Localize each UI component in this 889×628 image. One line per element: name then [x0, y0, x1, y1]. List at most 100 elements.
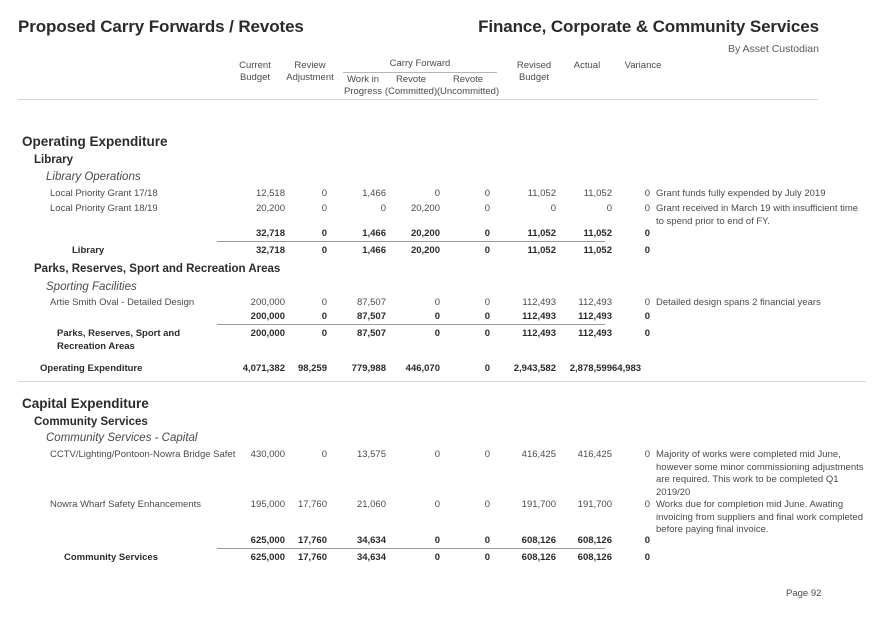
subtotal-actual: 112,493 [578, 311, 612, 322]
report-page: Proposed Carry Forwards / Revotes Financ… [0, 0, 889, 628]
subtotal-rule [217, 548, 605, 549]
column-header-carry-forward-group: Carry Forward [389, 58, 451, 69]
cell-comment: Majority of works were completed mid Jun… [656, 449, 864, 498]
cell-actual: 0 [606, 203, 612, 214]
column-header-revote-committed: Revote (Committed) [384, 74, 438, 97]
page-footer: Page 92 [786, 588, 822, 599]
department-title: Finance, Corporate & Community Services [478, 17, 819, 36]
subtotal-revote-uncommitted: 0 [484, 535, 490, 546]
total-label-parks-line2: Recreation Areas [57, 341, 135, 352]
total-current-budget: 32,718 [255, 245, 285, 256]
cell-revote-uncommitted: 0 [484, 449, 490, 460]
cell-work-in-progress: 1,466 [362, 188, 386, 199]
cell-review-adjustment: 0 [321, 188, 327, 199]
cell-comment: Works due for completion mid June. Awati… [656, 499, 863, 536]
subgroup-heading-library-operations: Library Operations [46, 171, 141, 183]
cell-actual: 11,052 [583, 188, 612, 199]
grand-total-revote-uncommitted: 0 [484, 363, 490, 374]
subtotal-variance: 0 [644, 535, 650, 546]
total-revised-budget: 112,493 [522, 328, 556, 339]
total-variance: 0 [644, 552, 650, 563]
subtotal-actual: 608,126 [577, 535, 612, 546]
group-heading-library: Library [34, 154, 73, 166]
table-row-label: CCTV/Lighting/Pontoon-Nowra Bridge Safet [50, 449, 236, 460]
total-variance: 0 [644, 245, 650, 256]
column-header-review-adjustment: Review Adjustment [286, 60, 334, 83]
report-subtitle: By Asset Custodian [727, 43, 819, 55]
grand-total-actual: 2,878,599 [569, 363, 612, 374]
cell-revote-uncommitted: 0 [484, 499, 490, 510]
subtotal-revote-committed: 0 [434, 535, 440, 546]
subtotal-current-budget: 625,000 [250, 535, 285, 546]
cell-work-in-progress: 21,060 [356, 499, 386, 510]
cell-revised-budget: 0 [550, 203, 556, 214]
cell-work-in-progress: 13,575 [356, 449, 386, 460]
header-divider-rule [18, 99, 818, 100]
cell-revote-uncommitted: 0 [484, 203, 490, 214]
subtotal-actual: 11,052 [583, 228, 612, 239]
subtotal-work-in-progress: 87,507 [356, 311, 386, 322]
total-current-budget: 625,000 [250, 552, 285, 563]
cell-comment: Grant funds fully expended by July 2019 [656, 188, 826, 199]
section-heading-operating-expenditure: Operating Expenditure [22, 134, 168, 149]
cell-revote-committed: 0 [434, 499, 440, 510]
cell-current-budget: 195,000 [250, 499, 285, 510]
cell-revote-committed: 0 [434, 449, 440, 460]
cell-current-budget: 20,200 [255, 203, 285, 214]
cell-variance: 0 [644, 297, 650, 308]
total-variance: 0 [644, 328, 650, 339]
cell-revote-committed: 0 [434, 188, 440, 199]
cell-review-adjustment: 0 [321, 203, 327, 214]
grand-total-revote-committed: 446,070 [405, 363, 440, 374]
total-label-library: Library [72, 245, 105, 256]
subtotal-work-in-progress: 1,466 [362, 228, 386, 239]
cell-comment: Detailed design spans 2 financial years [656, 297, 821, 308]
grand-total-work-in-progress: 779,988 [351, 363, 386, 374]
subtotal-revote-uncommitted: 0 [484, 228, 490, 239]
table-row-label: Local Priority Grant 17/18 [50, 188, 158, 199]
section-divider-rule [18, 381, 866, 382]
cell-work-in-progress: 87,507 [356, 297, 386, 308]
subtotal-variance: 0 [644, 228, 650, 239]
grand-total-review-adjustment: 98,259 [297, 363, 327, 374]
column-header-revised-budget: Revised Budget [516, 60, 552, 83]
cell-revote-uncommitted: 0 [484, 297, 490, 308]
cell-variance: 0 [644, 499, 650, 510]
subtotal-rule [217, 324, 605, 325]
total-revised-budget: 608,126 [521, 552, 556, 563]
total-work-in-progress: 34,634 [356, 552, 386, 563]
cell-variance: 0 [644, 188, 650, 199]
subtotal-review-adjustment: 0 [321, 228, 327, 239]
subtotal-revote-committed: 20,200 [410, 228, 440, 239]
column-header-actual: Actual [573, 60, 601, 71]
grand-total-current-budget: 4,071,382 [242, 363, 285, 374]
cell-revote-uncommitted: 0 [484, 188, 490, 199]
subtotal-revised-budget: 112,493 [522, 311, 556, 322]
subtotal-review-adjustment: 17,760 [297, 535, 327, 546]
total-work-in-progress: 1,466 [362, 245, 386, 256]
cell-revised-budget: 191,700 [521, 499, 556, 510]
total-revote-uncommitted: 0 [484, 552, 490, 563]
total-review-adjustment: 0 [321, 328, 327, 339]
total-revote-committed: 0 [434, 328, 440, 339]
grand-total-label-operating: Operating Expenditure [40, 363, 143, 374]
cell-revised-budget: 11,052 [527, 188, 556, 199]
total-revote-uncommitted: 0 [484, 328, 490, 339]
cell-review-adjustment: 0 [321, 449, 327, 460]
table-column-headers: Carry Forward Current Budget Review Adju… [0, 58, 889, 98]
section-heading-capital-expenditure: Capital Expenditure [22, 396, 149, 411]
column-header-variance: Variance [624, 60, 662, 71]
subgroup-heading-community-services-capital: Community Services - Capital [46, 432, 198, 444]
subtotal-variance: 0 [644, 311, 650, 322]
page-title: Proposed Carry Forwards / Revotes [18, 17, 304, 36]
cell-revote-committed: 20,200 [410, 203, 440, 214]
total-revised-budget: 11,052 [527, 245, 556, 256]
cell-comment: Grant received in March 19 with insuffic… [656, 203, 859, 227]
table-row-label: Local Priority Grant 18/19 [50, 203, 158, 214]
cell-variance: 0 [644, 449, 650, 460]
column-header-revote-uncommitted: Revote (Uncommitted) [436, 74, 500, 97]
subgroup-heading-sporting-facilities: Sporting Facilities [46, 281, 137, 293]
cell-actual: 191,700 [577, 499, 612, 510]
column-header-work-in-progress: Work in Progress [343, 74, 382, 97]
total-actual: 11,052 [583, 245, 612, 256]
